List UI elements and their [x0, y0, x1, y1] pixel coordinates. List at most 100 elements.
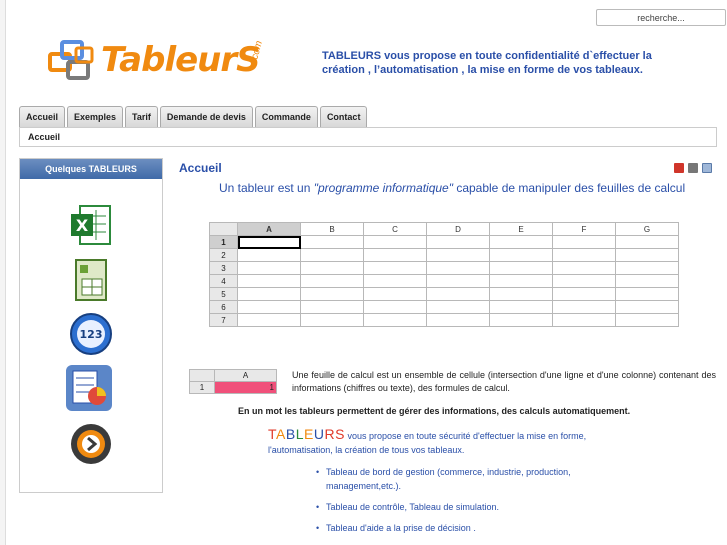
column-header: C: [363, 222, 427, 236]
row-header: 6: [209, 300, 238, 314]
row-header: 5: [209, 287, 238, 301]
svg-text:X: X: [76, 216, 89, 235]
sheet-cell: [615, 248, 679, 262]
sheet-cell: [489, 235, 553, 249]
corner-cell: [189, 369, 215, 382]
column-header: G: [615, 222, 679, 236]
sheet-cell: [237, 300, 301, 314]
description: Une feuille de calcul est un ensemble de…: [292, 370, 716, 393]
site-logo[interactable]: TableurS .com: [46, 36, 276, 88]
sheet-cell: [489, 261, 553, 275]
spreadsheet-icon[interactable]: [68, 257, 114, 303]
sheet-cell: [426, 287, 490, 301]
page-tools: [674, 163, 712, 173]
sheet-cell: [426, 235, 490, 249]
list-item: Tableau d'aide a la prise de décision .: [316, 521, 616, 535]
logo-text: TableurS: [101, 40, 261, 80]
sheet-cell: [489, 248, 553, 262]
print-icon[interactable]: [688, 163, 698, 173]
column-header: A: [237, 222, 301, 236]
intro-before: Un tableur est un: [219, 181, 314, 195]
sheet-cell: [363, 287, 427, 301]
column-header: A: [214, 369, 277, 382]
sheet-cell: [300, 287, 364, 301]
numbers-icon[interactable]: 123: [68, 311, 114, 357]
tab-commande[interactable]: Commande: [254, 106, 318, 127]
highlighted-cell: 1: [214, 381, 277, 394]
nav-tabs: Accueil Exemples Tarif Demande de devis …: [19, 106, 368, 127]
sheet-cell: [426, 313, 490, 327]
sheet-cell: [489, 313, 553, 327]
chart-sheet-icon[interactable]: [66, 365, 112, 411]
pdf-icon[interactable]: [674, 163, 684, 173]
sheet-cell: [615, 261, 679, 275]
sheet-cell: [615, 235, 679, 249]
tab-accueil[interactable]: Accueil: [19, 106, 66, 127]
sheet-cell: [552, 300, 616, 314]
sheet-cell: [237, 274, 301, 288]
row-header: 7: [209, 313, 238, 327]
mini-sheet: A 1 1: [189, 369, 277, 394]
tab-tarif[interactable]: Tarif: [125, 106, 158, 127]
sheet-cell: [489, 287, 553, 301]
sidebar: Quelques TABLEURS X 123: [19, 158, 163, 493]
sheet-cell: [363, 313, 427, 327]
intro-text: Un tableur est un "programme informatiqu…: [219, 181, 685, 195]
sheet-cell: [552, 261, 616, 275]
sheet-cell: [426, 300, 490, 314]
sheet-cell: [300, 300, 364, 314]
spreadsheet-example: A B C D E F G 1 2 3 4 5 6 7: [209, 222, 679, 327]
row-header: 2: [209, 248, 238, 262]
sheet-cell: [489, 300, 553, 314]
breadcrumb: Accueil: [19, 127, 717, 147]
sheet-cell: [615, 300, 679, 314]
sheet-cell: [237, 248, 301, 262]
active-cell: [237, 235, 301, 249]
search-input[interactable]: [596, 9, 726, 26]
sheet-cell: [363, 248, 427, 262]
tab-exemples[interactable]: Exemples: [67, 106, 124, 127]
brand-name: TABLEURS: [268, 426, 345, 442]
row-header: 1: [189, 381, 215, 394]
sheet-cell: [552, 313, 616, 327]
sheet-cell: [237, 261, 301, 275]
sheet-cell: [426, 248, 490, 262]
sheet-cell: [489, 274, 553, 288]
tab-demande-de-devis[interactable]: Demande de devis: [159, 106, 253, 127]
sheet-cell: [552, 235, 616, 249]
sheet-cell: [552, 287, 616, 301]
sheet-cell: [363, 235, 427, 249]
promo-text: TABLEURS vous propose en toute sécurité …: [268, 427, 628, 457]
sheet-cell: [300, 261, 364, 275]
tab-contact[interactable]: Contact: [319, 106, 368, 127]
app-icon[interactable]: [68, 421, 114, 467]
sheet-cell: [426, 274, 490, 288]
excel-icon[interactable]: X: [68, 202, 114, 248]
row-header: 1: [209, 235, 238, 249]
email-icon[interactable]: [702, 163, 712, 173]
sheet-cell: [300, 248, 364, 262]
corner-cell: [209, 222, 238, 236]
sheet-cell: [237, 313, 301, 327]
sheet-cell: [300, 274, 364, 288]
column-header: D: [426, 222, 490, 236]
list-item: Tableau de bord de gestion (commerce, in…: [316, 465, 616, 493]
page: TableurS .com TABLEURS vous propose en t…: [5, 0, 727, 545]
sheet-cell: [615, 274, 679, 288]
logo-grid-icon: [48, 40, 94, 80]
sidebar-title: Quelques TABLEURS: [20, 159, 162, 179]
row-header: 4: [209, 274, 238, 288]
sheet-cell: [363, 261, 427, 275]
sheet-cell: [237, 287, 301, 301]
column-header: B: [300, 222, 364, 236]
sheet-cell: [363, 300, 427, 314]
sheet-cell: [426, 261, 490, 275]
column-header: F: [552, 222, 616, 236]
sheet-cell: [615, 287, 679, 301]
sheet-cell: [300, 235, 364, 249]
tagline: TABLEURS vous propose en toute confident…: [322, 50, 652, 76]
page-title: Accueil: [179, 161, 222, 175]
summary: En un mot les tableurs permettent de gér…: [238, 406, 631, 416]
feature-list: Tableau de bord de gestion (commerce, in…: [316, 465, 616, 542]
sheet-cell: [363, 274, 427, 288]
